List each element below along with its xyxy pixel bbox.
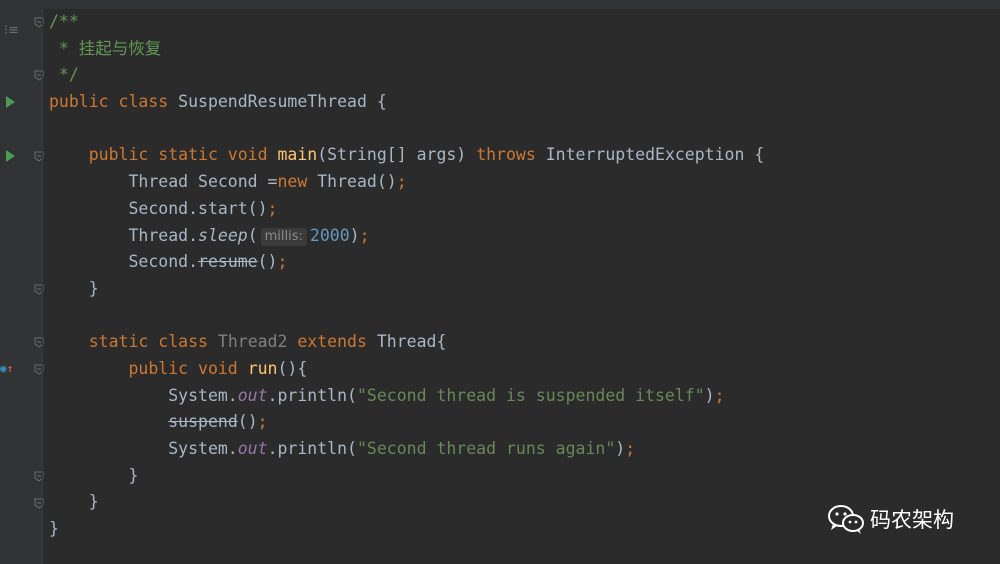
code-line[interactable]: * 挂起与恢复 bbox=[49, 36, 764, 63]
editor-top-bar bbox=[0, 0, 1000, 9]
code-line[interactable]: suspend(); bbox=[49, 409, 764, 436]
code-line[interactable]: System.out.println("Second thread runs a… bbox=[49, 436, 764, 463]
code-token: (){ bbox=[277, 358, 308, 378]
code-line[interactable]: Thread Second =new Thread(); bbox=[49, 169, 764, 196]
code-token: resume bbox=[198, 252, 258, 272]
code-token: } bbox=[49, 465, 139, 485]
code-token: ) bbox=[704, 385, 715, 405]
code-token: new bbox=[277, 172, 318, 192]
code-token: InterruptedException { bbox=[545, 145, 765, 165]
code-token: 2000 bbox=[309, 225, 350, 245]
code-token: .println( bbox=[267, 385, 357, 405]
code-token: sleep bbox=[198, 225, 248, 245]
code-line[interactable]: public void run(){ bbox=[49, 356, 764, 383]
code-token: .println( bbox=[267, 439, 357, 458]
code-token: ; bbox=[359, 225, 370, 245]
code-line[interactable]: /** bbox=[49, 9, 764, 36]
run-icon[interactable] bbox=[6, 149, 15, 162]
code-token: } bbox=[49, 519, 59, 539]
code-token: ( bbox=[247, 225, 258, 245]
code-token: } bbox=[49, 278, 99, 298]
code-token: * 挂起与恢复 bbox=[49, 38, 162, 58]
code-token: ) bbox=[349, 225, 360, 245]
code-token: ) bbox=[615, 439, 626, 458]
code-line[interactable]: public static void main(String[] args) t… bbox=[49, 142, 765, 169]
code-token: () bbox=[237, 412, 258, 432]
wechat-icon bbox=[828, 505, 864, 534]
run-icon[interactable] bbox=[6, 96, 15, 109]
code-token: Thread2 bbox=[217, 332, 298, 352]
code-line[interactable]: } bbox=[49, 516, 764, 543]
code-token: "Second thread runs again" bbox=[356, 439, 616, 458]
structure-icon[interactable]: ⁝≡ bbox=[4, 23, 19, 38]
code-line[interactable]: } bbox=[49, 489, 764, 516]
code-line[interactable]: System.out.println("Second thread is sus… bbox=[49, 383, 764, 410]
code-line[interactable]: } bbox=[49, 276, 764, 303]
parameter-hint: millis: bbox=[260, 227, 307, 246]
code-token: (String[] args) bbox=[317, 145, 477, 165]
code-line[interactable]: static class Thread2 extends Thread{ bbox=[49, 329, 764, 356]
code-token: static class bbox=[49, 332, 218, 352]
code-line[interactable]: Thread.sleep(millis: 2000); bbox=[49, 223, 764, 250]
code-token: run bbox=[247, 358, 278, 378]
code-line[interactable] bbox=[49, 303, 764, 330]
code-token: Second.start() bbox=[49, 198, 268, 218]
implementing-method-icon[interactable]: ◉↑ bbox=[0, 362, 13, 375]
code-token: "Second thread is suspended itself" bbox=[356, 385, 705, 405]
code-line[interactable]: Second.resume(); bbox=[49, 249, 764, 276]
code-token: public static void bbox=[49, 145, 278, 165]
code-token: ; bbox=[714, 385, 725, 405]
code-line[interactable]: public class SuspendResumeThread { bbox=[49, 89, 764, 116]
code-token: Second. bbox=[49, 252, 199, 272]
code-token: ; bbox=[277, 252, 288, 272]
code-token: ; bbox=[257, 412, 268, 432]
code-token: suspend bbox=[168, 412, 238, 432]
code-token: out bbox=[237, 385, 268, 405]
gutter-separator bbox=[42, 9, 43, 564]
code-token: */ bbox=[49, 65, 79, 85]
code-editor[interactable]: /** * 挂起与恢复 */ public class SuspendResume… bbox=[49, 9, 764, 543]
code-token: /** bbox=[49, 12, 79, 31]
code-token: public void bbox=[49, 358, 248, 378]
code-token: ; bbox=[396, 172, 407, 192]
code-line[interactable]: */ bbox=[49, 62, 764, 89]
watermark-text: 码农架构 bbox=[870, 508, 954, 532]
code-token: throws bbox=[476, 145, 546, 165]
code-token: Thread Second = bbox=[49, 172, 278, 192]
code-token: ; bbox=[267, 198, 278, 218]
editor-gutter: ⁝≡ ◉↑ bbox=[0, 9, 44, 564]
code-token: out bbox=[237, 439, 268, 458]
code-token: () bbox=[257, 252, 278, 272]
code-token: public class bbox=[49, 92, 179, 112]
code-token: SuspendResumeThread { bbox=[178, 92, 387, 112]
code-token: extends bbox=[297, 332, 377, 352]
code-token: System. bbox=[49, 439, 238, 458]
code-token: Thread. bbox=[49, 225, 199, 245]
code-token: Thread() bbox=[317, 172, 397, 192]
code-line[interactable] bbox=[49, 116, 764, 143]
code-token: main bbox=[277, 145, 318, 165]
code-token: } bbox=[49, 492, 99, 512]
code-token: System. bbox=[49, 385, 238, 405]
code-line[interactable]: } bbox=[49, 463, 764, 490]
code-line[interactable]: Second.start(); bbox=[49, 196, 764, 223]
watermark: 码农架构 bbox=[826, 503, 954, 535]
code-token: ; bbox=[625, 439, 636, 458]
code-token: Thread{ bbox=[376, 332, 447, 352]
